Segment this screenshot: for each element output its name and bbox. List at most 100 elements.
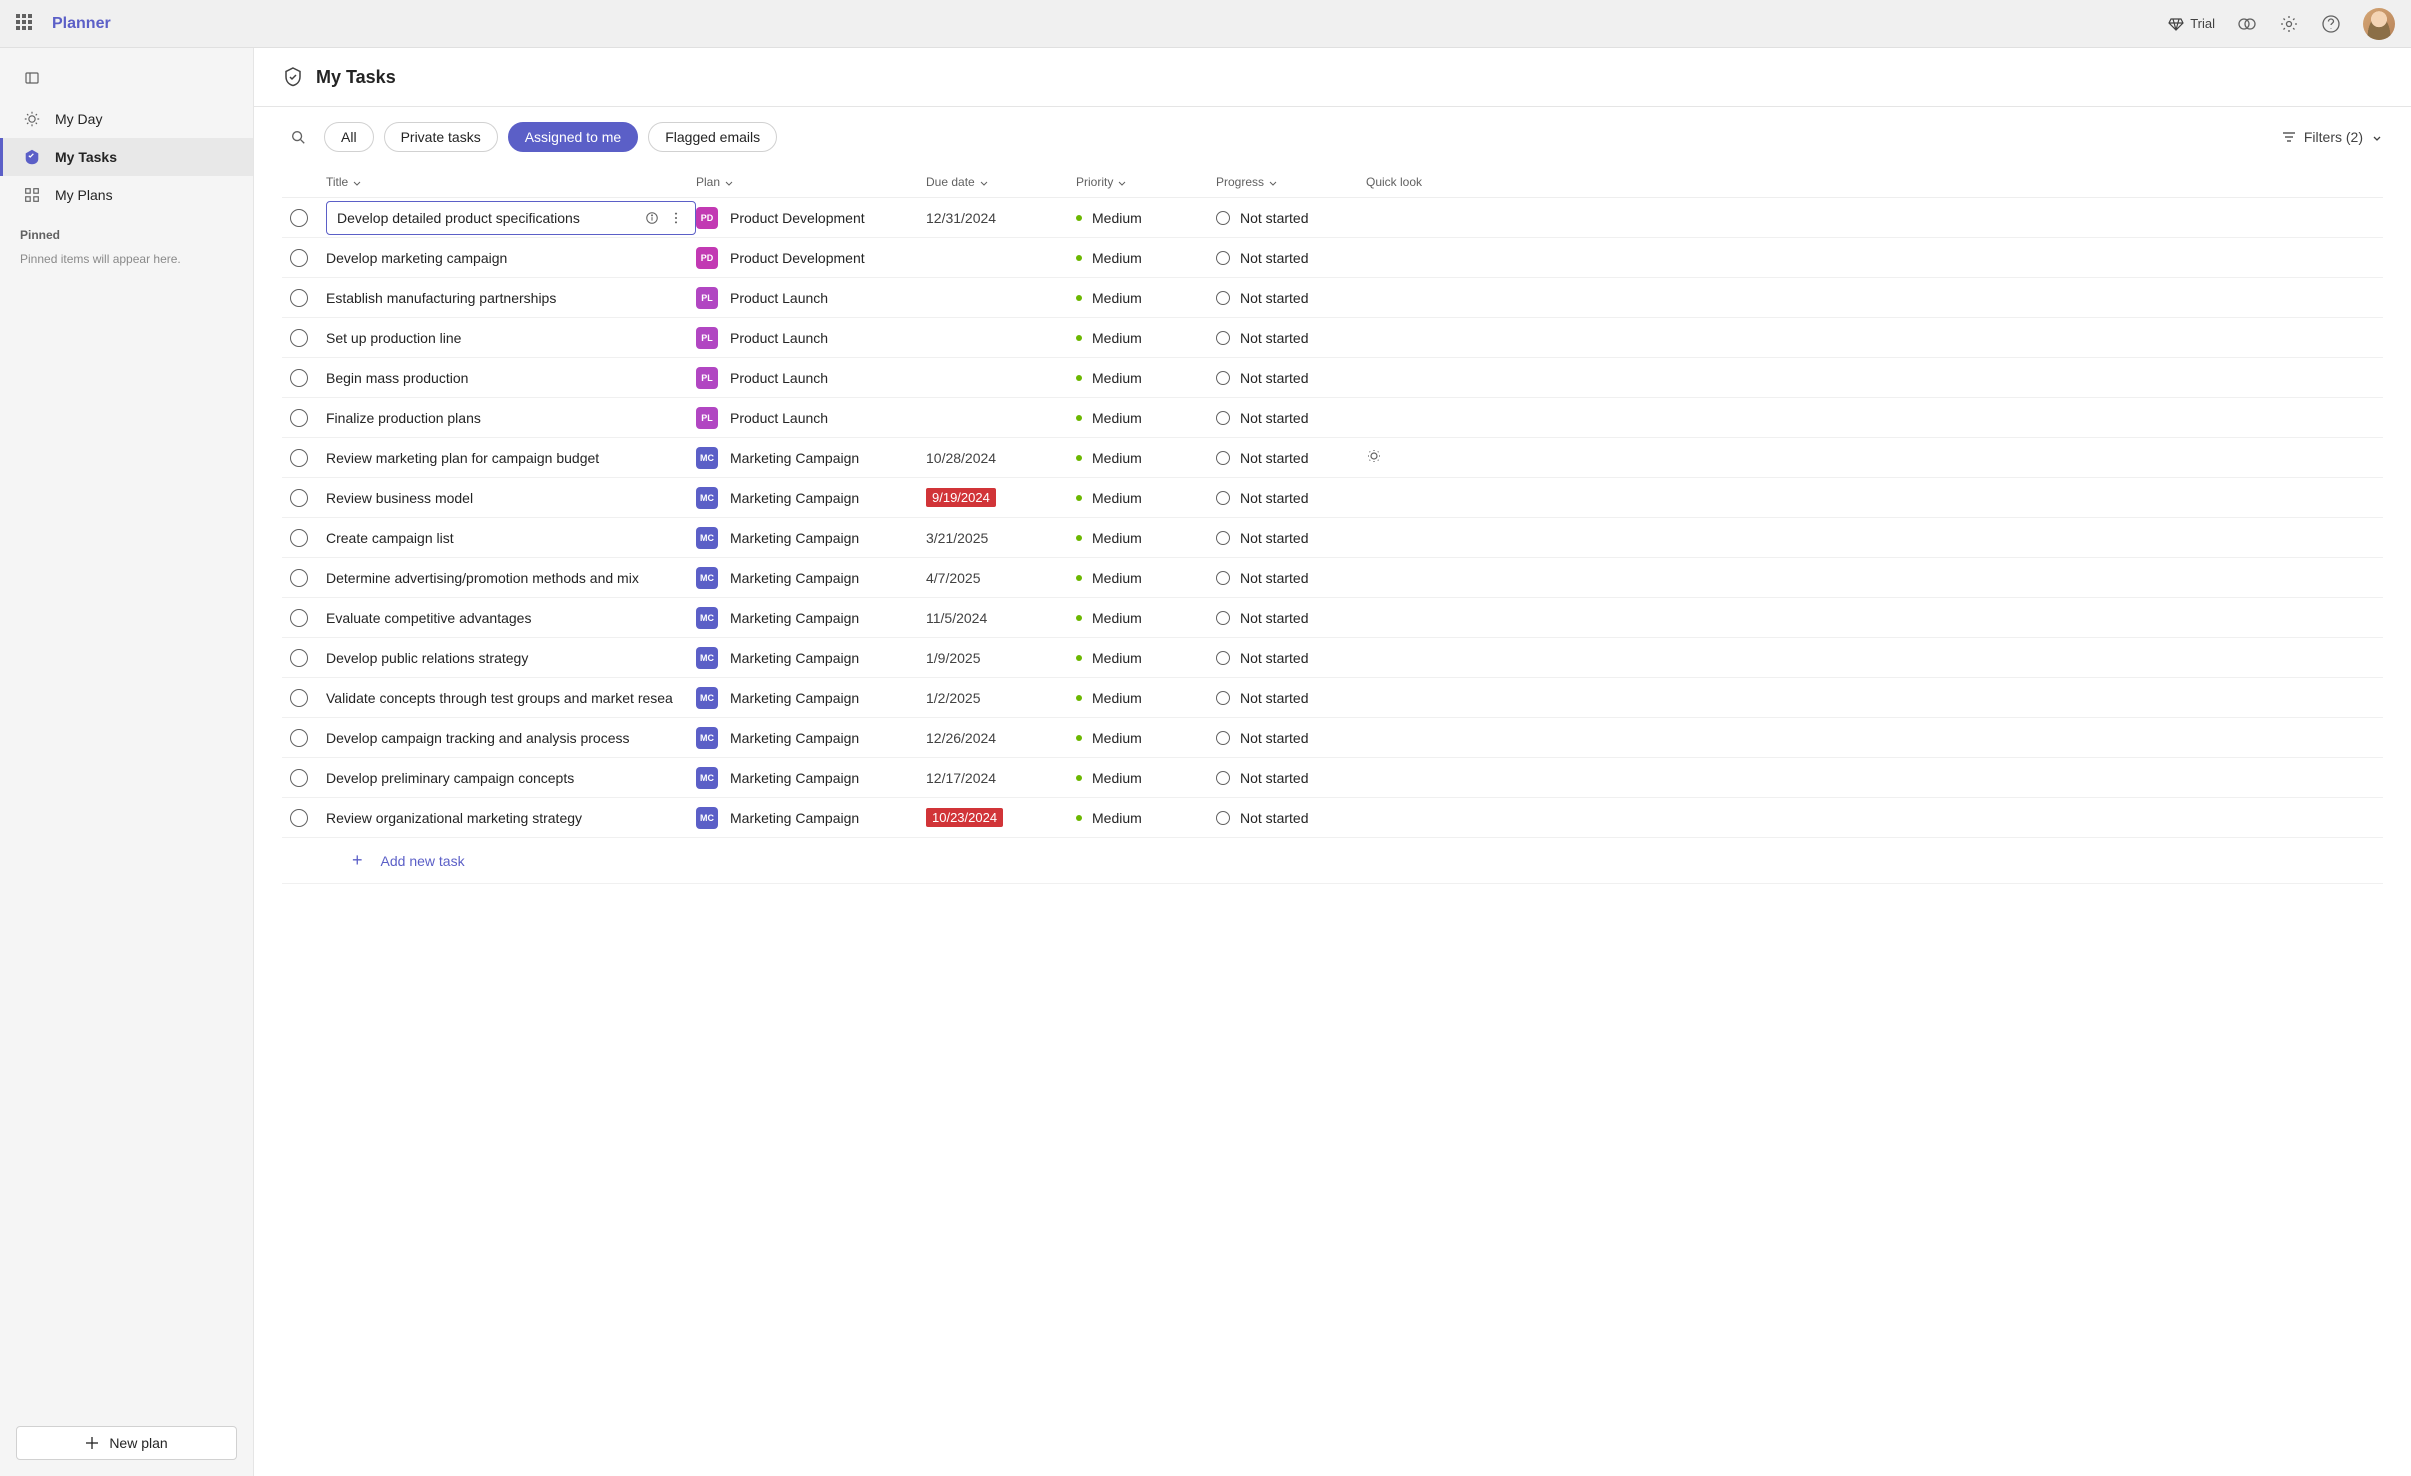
filter-flagged[interactable]: Flagged emails	[648, 122, 777, 152]
complete-checkbox[interactable]	[290, 529, 308, 547]
complete-checkbox[interactable]	[290, 649, 308, 667]
task-progress[interactable]: Not started	[1216, 490, 1366, 506]
task-due[interactable]: 10/28/2024	[926, 450, 1076, 466]
filters-button[interactable]: Filters (2)	[2282, 129, 2383, 145]
nav-my-day[interactable]: My Day	[0, 100, 253, 138]
task-row[interactable]: Finalize production plansPLProduct Launc…	[282, 398, 2383, 438]
complete-checkbox[interactable]	[290, 329, 308, 347]
collapse-sidebar-button[interactable]	[16, 62, 48, 94]
task-title[interactable]: Set up production line	[326, 330, 696, 346]
task-priority[interactable]: Medium	[1076, 730, 1216, 746]
task-priority[interactable]: Medium	[1076, 370, 1216, 386]
col-plan[interactable]: Plan	[696, 175, 926, 189]
col-progress[interactable]: Progress	[1216, 175, 1366, 189]
task-title[interactable]: Develop campaign tracking and analysis p…	[326, 730, 696, 746]
task-row[interactable]: Review organizational marketing strategy…	[282, 798, 2383, 838]
task-row[interactable]: Develop marketing campaignPDProduct Deve…	[282, 238, 2383, 278]
task-plan[interactable]: MCMarketing Campaign	[696, 687, 926, 709]
task-title[interactable]: Develop marketing campaign	[326, 250, 696, 266]
task-plan[interactable]: MCMarketing Campaign	[696, 727, 926, 749]
task-plan[interactable]: PLProduct Launch	[696, 367, 926, 389]
task-priority[interactable]: Medium	[1076, 610, 1216, 626]
task-progress[interactable]: Not started	[1216, 610, 1366, 626]
filter-private[interactable]: Private tasks	[384, 122, 498, 152]
complete-checkbox[interactable]	[290, 729, 308, 747]
task-row[interactable]: Evaluate competitive advantagesMCMarketi…	[282, 598, 2383, 638]
task-priority[interactable]: Medium	[1076, 290, 1216, 306]
task-due[interactable]: 10/23/2024	[926, 808, 1076, 827]
task-priority[interactable]: Medium	[1076, 450, 1216, 466]
complete-checkbox[interactable]	[290, 369, 308, 387]
nav-my-tasks[interactable]: My Tasks	[0, 138, 253, 176]
task-progress[interactable]: Not started	[1216, 450, 1366, 466]
copilot-icon[interactable]	[2237, 14, 2257, 34]
task-title[interactable]: Develop public relations strategy	[326, 650, 696, 666]
task-due[interactable]: 9/19/2024	[926, 488, 1076, 507]
task-row[interactable]: Begin mass productionPLProduct Launch Med…	[282, 358, 2383, 398]
nav-my-plans[interactable]: My Plans	[0, 176, 253, 214]
task-plan[interactable]: PDProduct Development	[696, 207, 926, 229]
task-priority[interactable]: Medium	[1076, 530, 1216, 546]
user-avatar[interactable]	[2363, 8, 2395, 40]
trial-badge[interactable]: Trial	[2168, 16, 2215, 32]
filter-all[interactable]: All	[324, 122, 374, 152]
task-progress[interactable]: Not started	[1216, 370, 1366, 386]
task-progress[interactable]: Not started	[1216, 210, 1366, 226]
complete-checkbox[interactable]	[290, 769, 308, 787]
help-icon[interactable]	[2321, 14, 2341, 34]
task-plan[interactable]: MCMarketing Campaign	[696, 647, 926, 669]
task-progress[interactable]: Not started	[1216, 650, 1366, 666]
new-plan-button[interactable]: New plan	[16, 1426, 237, 1460]
task-row[interactable]: Establish manufacturing partnershipsPLPr…	[282, 278, 2383, 318]
task-priority[interactable]: Medium	[1076, 330, 1216, 346]
task-plan[interactable]: MCMarketing Campaign	[696, 767, 926, 789]
complete-checkbox[interactable]	[290, 489, 308, 507]
task-title[interactable]: Begin mass production	[326, 370, 696, 386]
task-plan[interactable]: MCMarketing Campaign	[696, 807, 926, 829]
task-title[interactable]: Develop preliminary campaign concepts	[326, 770, 696, 786]
task-title[interactable]: Validate concepts through test groups an…	[326, 690, 696, 706]
task-due[interactable]: 1/2/2025	[926, 690, 1076, 706]
task-due[interactable]: 3/21/2025	[926, 530, 1076, 546]
complete-checkbox[interactable]	[290, 569, 308, 587]
col-priority[interactable]: Priority	[1076, 175, 1216, 189]
task-progress[interactable]: Not started	[1216, 770, 1366, 786]
task-due[interactable]: 11/5/2024	[926, 610, 1076, 626]
task-priority[interactable]: Medium	[1076, 490, 1216, 506]
task-plan[interactable]: PLProduct Launch	[696, 407, 926, 429]
task-priority[interactable]: Medium	[1076, 250, 1216, 266]
task-row[interactable]: Develop detailed product specificationsP…	[282, 198, 2383, 238]
complete-checkbox[interactable]	[290, 449, 308, 467]
app-launcher-icon[interactable]	[16, 14, 36, 34]
task-priority[interactable]: Medium	[1076, 570, 1216, 586]
task-plan[interactable]: MCMarketing Campaign	[696, 567, 926, 589]
complete-checkbox[interactable]	[290, 409, 308, 427]
task-title[interactable]: Review organizational marketing strategy	[326, 810, 696, 826]
task-plan[interactable]: MCMarketing Campaign	[696, 607, 926, 629]
complete-checkbox[interactable]	[290, 289, 308, 307]
task-plan[interactable]: MCMarketing Campaign	[696, 487, 926, 509]
task-row[interactable]: Set up production linePLProduct LaunchMe…	[282, 318, 2383, 358]
quick-look-icon[interactable]	[1366, 451, 1382, 467]
col-due[interactable]: Due date	[926, 175, 1076, 189]
task-priority[interactable]: Medium	[1076, 210, 1216, 226]
task-progress[interactable]: Not started	[1216, 530, 1366, 546]
task-row[interactable]: Develop preliminary campaign conceptsMCM…	[282, 758, 2383, 798]
task-progress[interactable]: Not started	[1216, 690, 1366, 706]
task-row[interactable]: Review business modelMCMarketing Campaig…	[282, 478, 2383, 518]
task-title[interactable]: Review marketing plan for campaign budge…	[326, 450, 696, 466]
task-priority[interactable]: Medium	[1076, 770, 1216, 786]
info-icon[interactable]	[643, 211, 661, 225]
task-priority[interactable]: Medium	[1076, 410, 1216, 426]
task-row[interactable]: Develop campaign tracking and analysis p…	[282, 718, 2383, 758]
task-progress[interactable]: Not started	[1216, 730, 1366, 746]
task-progress[interactable]: Not started	[1216, 290, 1366, 306]
complete-checkbox[interactable]	[290, 249, 308, 267]
task-row[interactable]: Determine advertising/promotion methods …	[282, 558, 2383, 598]
task-title[interactable]: Evaluate competitive advantages	[326, 610, 696, 626]
task-row[interactable]: Review marketing plan for campaign budge…	[282, 438, 2383, 478]
task-progress[interactable]: Not started	[1216, 330, 1366, 346]
task-title[interactable]: Review business model	[326, 490, 696, 506]
task-title-input[interactable]: Develop detailed product specifications	[326, 201, 696, 235]
task-progress[interactable]: Not started	[1216, 570, 1366, 586]
